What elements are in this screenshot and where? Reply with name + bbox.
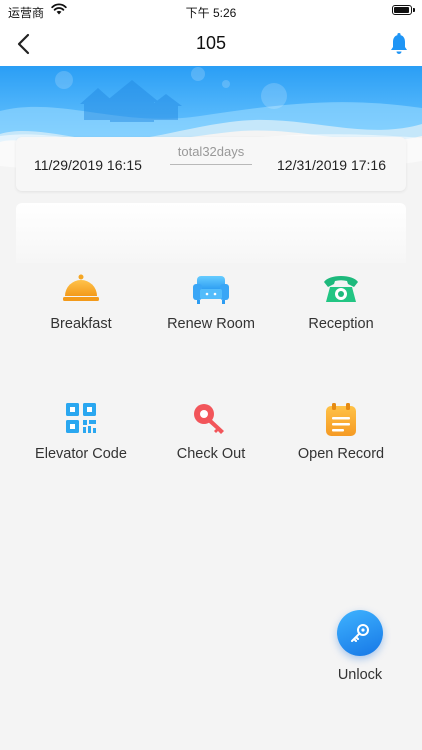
unlock-button[interactable]: Unlock (320, 610, 400, 683)
cloche-icon (63, 274, 99, 301)
elevator-code-label: Elevator Code (35, 446, 127, 462)
renew-room-label: Renew Room (167, 316, 255, 332)
back-arrow-icon[interactable] (14, 32, 34, 56)
duration-divider (170, 164, 252, 165)
reception-button[interactable]: Reception (271, 272, 411, 332)
battery-icon (392, 5, 415, 15)
telephone-icon (324, 276, 358, 302)
check-out-button[interactable]: Check Out (141, 402, 281, 462)
key-circle-icon (351, 624, 369, 642)
calendar-icon (326, 403, 356, 436)
stay-period-card: 11/29/2019 16:15 total32days 12/31/2019 … (16, 137, 406, 191)
open-record-button[interactable]: Open Record (271, 402, 411, 462)
status-bar: 运营商 下午 5:26 (0, 0, 422, 22)
check-out-label: Check Out (176, 446, 246, 462)
page-title: 105 (195, 33, 227, 53)
qr-code-icon (66, 403, 96, 433)
reception-label: Reception (308, 316, 374, 332)
open-record-label: Open Record (297, 446, 385, 462)
check-out-datetime: 12/31/2019 17:16 (277, 157, 386, 173)
stay-duration: total32days (177, 144, 245, 159)
key-icon (194, 404, 224, 434)
breakfast-label: Breakfast (50, 316, 112, 332)
unlock-label: Unlock (337, 667, 383, 683)
renew-room-button[interactable]: Renew Room (141, 272, 281, 332)
nav-bar: 105 (0, 22, 422, 66)
services-panel (16, 203, 406, 263)
bell-icon[interactable] (388, 32, 410, 56)
elevator-code-button[interactable]: Elevator Code (11, 402, 151, 462)
status-time: 下午 5:26 (185, 6, 237, 20)
check-in-datetime: 11/29/2019 16:15 (34, 157, 142, 173)
unlock-circle[interactable] (337, 610, 383, 656)
breakfast-button[interactable]: Breakfast (11, 272, 151, 332)
sofa-icon (193, 276, 229, 304)
